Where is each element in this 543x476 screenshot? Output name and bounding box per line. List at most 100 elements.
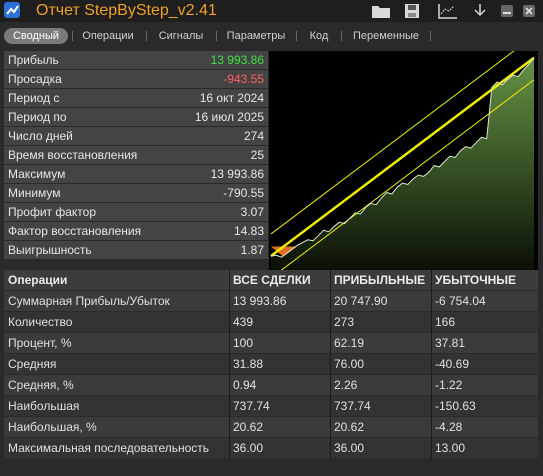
cell: -150.63 <box>435 399 476 413</box>
summary-label: Выигрышность <box>8 243 92 257</box>
cell: 20 747.90 <box>334 294 388 308</box>
cell: -40.69 <box>435 357 470 371</box>
summary-value: 13 993.86 <box>210 53 264 67</box>
cell: 36.00 <box>334 441 365 455</box>
cell: Максимальная последовательность <box>8 441 210 455</box>
summary-row-maximum: Максимум 13 993.86 <box>4 165 268 183</box>
cell: 737.74 <box>334 399 371 413</box>
download-arrow-icon[interactable] <box>472 1 488 21</box>
cell: 439 <box>233 315 254 329</box>
summary-value: 16 июл 2025 <box>194 110 264 124</box>
table-row: Максимальная последовательность 36.00 36.0… <box>4 438 538 458</box>
minimize-icon[interactable] <box>499 1 515 21</box>
equity-chart-svg <box>270 35 535 279</box>
summary-row-period-to: Период по 16 июл 2025 <box>4 108 268 126</box>
tab-summary[interactable]: Сводный <box>4 28 68 44</box>
summary-value: 14.83 <box>233 224 264 238</box>
summary-row-days: Число дней 274 <box>4 127 268 145</box>
cell: 13.00 <box>435 441 466 455</box>
tab-parameters[interactable]: Параметры <box>220 28 292 44</box>
folder-icon[interactable] <box>370 1 392 21</box>
summary-row-drawdown: Просадка -943.55 <box>4 70 268 88</box>
summary-row-recovery-factor: Фактор восстановления 14.83 <box>4 222 268 240</box>
summary-label: Минимум <box>8 186 61 200</box>
cell: 2.26 <box>334 378 358 392</box>
tab-separator <box>430 31 431 41</box>
summary-label: Фактор восстановления <box>8 224 142 238</box>
column-divider <box>330 270 331 459</box>
cell: 0.94 <box>233 378 257 392</box>
cell: -1.22 <box>435 378 463 392</box>
summary-row-profit: Прибыль 13 993.86 <box>4 51 268 69</box>
cell: 273 <box>334 315 355 329</box>
table-row: Процент, % 100 62.19 37.81 <box>4 333 538 353</box>
cell: 13 993.86 <box>233 294 287 308</box>
summary-label: Число дней <box>8 129 73 143</box>
table-row: Средняя, % 0.94 2.26 -1.22 <box>4 375 538 395</box>
column-divider <box>229 270 230 459</box>
summary-label: Максимум <box>8 167 66 181</box>
cell: -4.28 <box>435 420 463 434</box>
summary-value: 13 993.86 <box>210 167 264 181</box>
table-row: Количество 439 273 166 <box>4 312 538 332</box>
cell: Суммарная Прибыль/Убыток <box>8 294 170 308</box>
chart-settings-icon[interactable] <box>436 1 460 21</box>
header-profitable: ПРИБЫЛЬНЫЕ <box>334 273 426 287</box>
equity-chart <box>269 35 538 279</box>
summary-label: Прибыль <box>8 53 59 67</box>
table-row: Наибольшая, % 20.62 20.62 -4.28 <box>4 417 538 437</box>
header-losing: УБЫТОЧНЫЕ <box>435 273 517 287</box>
cell: 36.00 <box>233 441 264 455</box>
cell: 31.88 <box>233 357 264 371</box>
cell: Средняя <box>8 357 57 371</box>
tab-separator <box>296 31 297 41</box>
tab-separator <box>72 31 73 41</box>
cell: Процент, % <box>8 336 72 350</box>
summary-value: 274 <box>243 129 264 143</box>
window-title: Отчет StepByStep_v2.41 <box>36 2 217 19</box>
summary-value: 16 окт 2024 <box>199 91 264 105</box>
summary-value: -943.55 <box>223 72 264 86</box>
tab-operations[interactable]: Операции <box>76 28 140 44</box>
header-operations: Операции <box>8 273 68 287</box>
summary-row-win-rate: Выигрышность 1.87 <box>4 241 268 259</box>
cell: Наибольшая <box>8 399 80 413</box>
header-all-trades: ВСЕ СДЕЛКИ <box>233 273 311 287</box>
cell: -6 754.04 <box>435 294 486 308</box>
cell: Средняя, % <box>8 378 74 392</box>
tab-code[interactable]: Код <box>302 28 336 44</box>
tab-separator <box>216 31 217 41</box>
summary-label: Профит фактор <box>8 205 97 219</box>
summary-row-period-from: Период с 16 окт 2024 <box>4 89 268 107</box>
cell: 76.00 <box>334 357 365 371</box>
cell: 37.81 <box>435 336 466 350</box>
cell: 737.74 <box>233 399 270 413</box>
save-icon[interactable] <box>402 1 422 21</box>
table-header-row: Операции ВСЕ СДЕЛКИ ПРИБЫЛЬНЫЕ УБЫТОЧНЫЕ <box>4 270 538 290</box>
summary-label: Просадка <box>8 72 62 86</box>
column-divider <box>431 270 432 459</box>
tab-variables[interactable]: Переменные <box>346 28 426 44</box>
summary-value: 25 <box>250 148 264 162</box>
cell: 100 <box>233 336 254 350</box>
cell: Наибольшая, % <box>8 420 97 434</box>
tab-signals[interactable]: Сигналы <box>150 28 212 44</box>
equity-area <box>271 57 534 270</box>
title-bar: Отчет StepByStep_v2.41 <box>0 0 543 22</box>
summary-label: Период по <box>8 110 67 124</box>
cell: 20.62 <box>334 420 365 434</box>
app-logo-icon <box>4 2 20 18</box>
summary-label: Период с <box>8 91 60 105</box>
cell: 166 <box>435 315 456 329</box>
cell: Количество <box>8 315 73 329</box>
table-row: Наибольшая 737.74 737.74 -150.63 <box>4 396 538 416</box>
cell: 62.19 <box>334 336 365 350</box>
summary-row-minimum: Минимум -790.55 <box>4 184 268 202</box>
summary-value: 1.87 <box>240 243 264 257</box>
summary-row-profit-factor: Профит фактор 3.07 <box>4 203 268 221</box>
table-row: Средняя 31.88 76.00 -40.69 <box>4 354 538 374</box>
tab-separator <box>146 31 147 41</box>
table-row: Суммарная Прибыль/Убыток 13 993.86 20 747.… <box>4 291 538 311</box>
close-icon[interactable] <box>521 1 537 21</box>
summary-row-recovery-time: Время восстановления 25 <box>4 146 268 164</box>
